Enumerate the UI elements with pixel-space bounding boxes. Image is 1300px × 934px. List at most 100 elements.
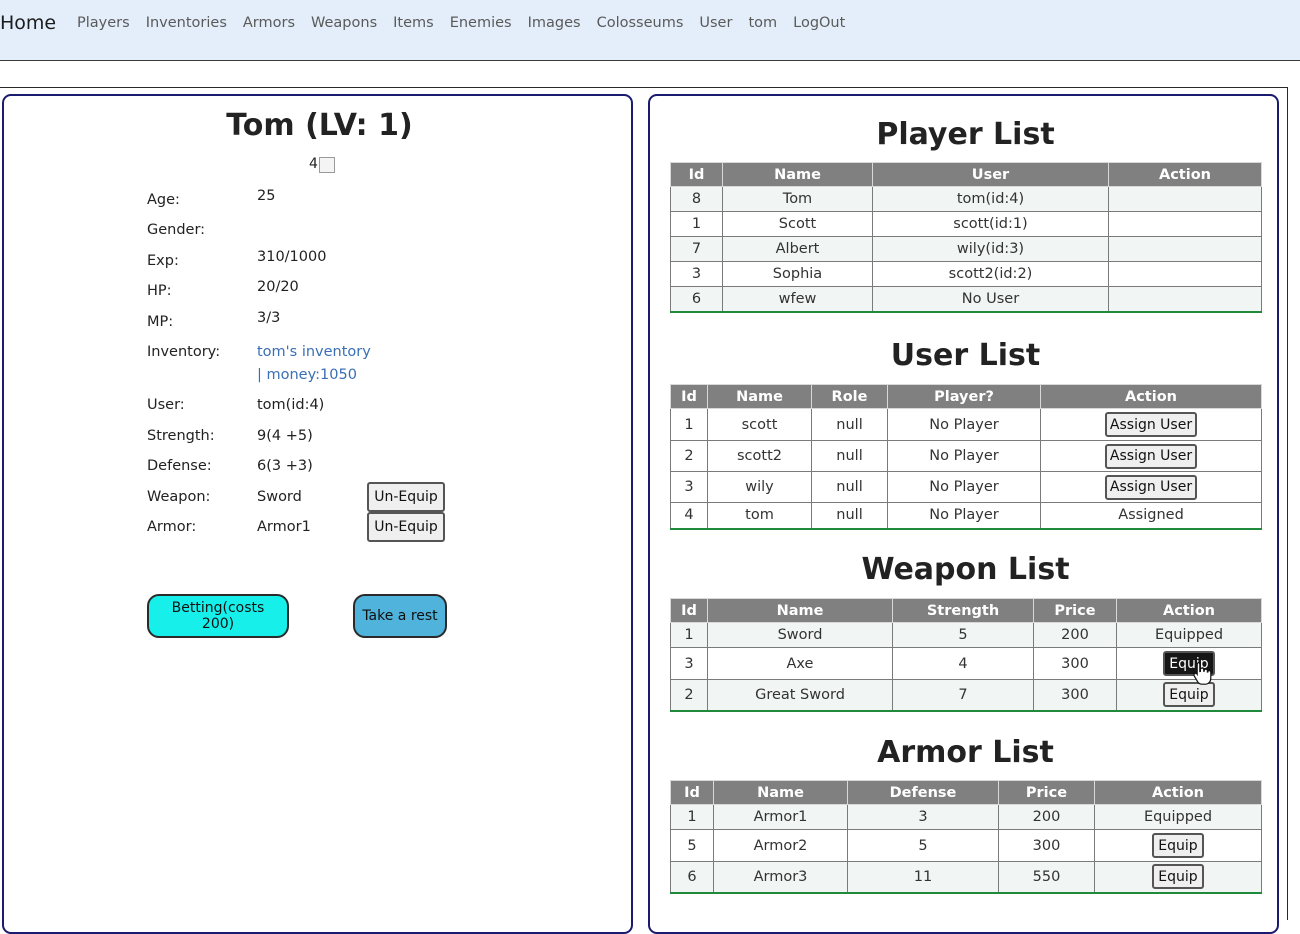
- weapon-price-cell: 200: [1033, 622, 1117, 648]
- armor-list-title: Armor List: [877, 735, 1054, 770]
- table-header-row: Id Name User Action: [670, 162, 1262, 187]
- armor-price-cell: 300: [998, 829, 1095, 862]
- table-row: 6 wfew No User: [670, 286, 1262, 312]
- table-header-row: Id Name Strength Price Action: [670, 598, 1262, 623]
- table-row: 1 Sword 5 200 Equipped: [670, 622, 1262, 648]
- betting-button[interactable]: Betting(costs 200): [147, 594, 289, 638]
- armor-defense-cell: 3: [847, 804, 999, 830]
- hand-cursor-icon: [1193, 661, 1212, 685]
- column-header: Role: [811, 384, 888, 409]
- armor-action-cell: Equip: [1094, 829, 1262, 862]
- nav-link-items[interactable]: Items: [393, 15, 434, 31]
- unequip-armor-button[interactable]: Un-Equip: [367, 512, 445, 542]
- armor-defense-cell: 11: [847, 861, 999, 893]
- nav-link-images[interactable]: Images: [528, 15, 581, 31]
- stat-label-user: User:: [147, 397, 185, 413]
- stat-value-armor: Armor1: [257, 519, 311, 535]
- column-header: User: [872, 162, 1109, 187]
- player-name-cell: Tom: [722, 186, 873, 212]
- nav-link-inventories[interactable]: Inventories: [146, 15, 227, 31]
- stat-label-exp: Exp:: [147, 253, 179, 269]
- column-header: Id: [670, 598, 708, 623]
- weapon-action-cell: Equip: [1116, 647, 1262, 680]
- player-id-cell: 6: [670, 286, 723, 312]
- nav-link-weapons[interactable]: Weapons: [311, 15, 377, 31]
- table-row: 6 Armor3 11 550 Equip: [670, 861, 1262, 893]
- column-header: Action: [1108, 162, 1262, 187]
- user-role-cell: null: [811, 502, 888, 529]
- armor-defense-cell: 5: [847, 829, 999, 862]
- nav-link-enemies[interactable]: Enemies: [450, 15, 512, 31]
- armor-list-table: Id Name Defense Price Action 1 Armor1 3 …: [670, 780, 1262, 894]
- table-row: 4 tom null No Player Assigned: [670, 502, 1262, 529]
- assign-user-button[interactable]: Assign User: [1105, 412, 1197, 437]
- unequip-weapon-button[interactable]: Un-Equip: [367, 482, 445, 512]
- user-id-cell: 3: [670, 471, 708, 503]
- user-player-cell: No Player: [887, 471, 1041, 503]
- stat-label-hp: HP:: [147, 283, 172, 299]
- player-detail-panel: Tom (LV: 1) 4 Age: 25 Gender: Exp: 310/1…: [2, 94, 633, 934]
- weapon-price-cell: 300: [1033, 679, 1117, 711]
- user-name-cell: scott: [707, 408, 812, 441]
- column-header: Player?: [887, 384, 1041, 409]
- player-action-cell: [1108, 186, 1262, 212]
- stat-value-user: tom(id:4): [257, 397, 325, 413]
- player-action-cell: [1108, 261, 1262, 287]
- table-row: 7 Albert wily(id:3): [670, 236, 1262, 262]
- user-id-cell: 1: [670, 408, 708, 441]
- nav-link-current-user[interactable]: tom: [748, 15, 777, 31]
- armor-name-cell: Armor1: [713, 804, 848, 830]
- user-player-cell: No Player: [887, 440, 1041, 472]
- nav-links: Players Inventories Armors Weapons Items…: [77, 15, 845, 31]
- player-image: 4: [309, 156, 335, 173]
- armor-action-cell: Equip: [1094, 861, 1262, 893]
- equip-weapon-button[interactable]: Equip: [1163, 682, 1215, 708]
- assign-user-button[interactable]: Assign User: [1105, 443, 1197, 469]
- table-row: 3 Sophia scott2(id:2): [670, 261, 1262, 287]
- nav-link-armors[interactable]: Armors: [243, 15, 295, 31]
- stat-label-age: Age:: [147, 192, 180, 208]
- player-id-cell: 1: [670, 211, 723, 237]
- armor-id-cell: 6: [670, 861, 714, 893]
- player-action-cell: [1108, 236, 1262, 262]
- armor-name-cell: Armor2: [713, 829, 848, 862]
- weapon-name-cell: Great Sword: [707, 679, 893, 711]
- nav-link-logout[interactable]: LogOut: [793, 15, 845, 31]
- weapon-action-cell: Equip: [1116, 679, 1262, 711]
- user-player-cell: No Player: [887, 502, 1041, 529]
- equip-armor-button[interactable]: Equip: [1152, 864, 1204, 890]
- column-header: Strength: [892, 598, 1034, 623]
- home-brand-link[interactable]: Home: [0, 12, 56, 34]
- content-divider: [0, 87, 1288, 88]
- player-id-cell: 7: [670, 236, 723, 262]
- user-name-cell: tom: [707, 502, 812, 529]
- user-role-cell: null: [811, 440, 888, 472]
- player-id-cell: 8: [670, 186, 723, 212]
- nav-link-colosseums[interactable]: Colosseums: [597, 15, 684, 31]
- column-header: Id: [670, 384, 708, 409]
- armor-name-cell: Armor3: [713, 861, 848, 893]
- stat-label-weapon: Weapon:: [147, 489, 211, 505]
- equip-armor-button[interactable]: Equip: [1152, 833, 1204, 858]
- player-user-cell: tom(id:4): [872, 186, 1109, 212]
- stat-value-weapon: Sword: [257, 489, 302, 505]
- inventory-money-link[interactable]: | money:1050: [257, 367, 357, 383]
- inventory-link[interactable]: tom's inventory: [257, 344, 371, 360]
- nav-link-players[interactable]: Players: [77, 15, 130, 31]
- player-title: Tom (LV: 1): [226, 108, 413, 143]
- player-user-cell: scott(id:1): [872, 211, 1109, 237]
- stat-value-strength: 9(4 +5): [257, 428, 313, 444]
- table-row: 8 Tom tom(id:4): [670, 186, 1262, 212]
- column-header: Name: [722, 162, 873, 187]
- stat-label-inventory: Inventory:: [147, 344, 221, 360]
- assign-user-button[interactable]: Assign User: [1105, 474, 1197, 500]
- stat-value-exp: 310/1000: [257, 249, 327, 265]
- table-header-row: Id Name Defense Price Action: [670, 780, 1262, 805]
- nav-link-user[interactable]: User: [699, 15, 732, 31]
- user-assigned-cell: Assigned: [1040, 502, 1262, 529]
- column-header: Price: [998, 780, 1095, 805]
- player-image-alt: 4: [309, 156, 318, 172]
- user-role-cell: null: [811, 471, 888, 503]
- column-header: Id: [670, 780, 714, 805]
- take-rest-button[interactable]: Take a rest: [353, 594, 447, 638]
